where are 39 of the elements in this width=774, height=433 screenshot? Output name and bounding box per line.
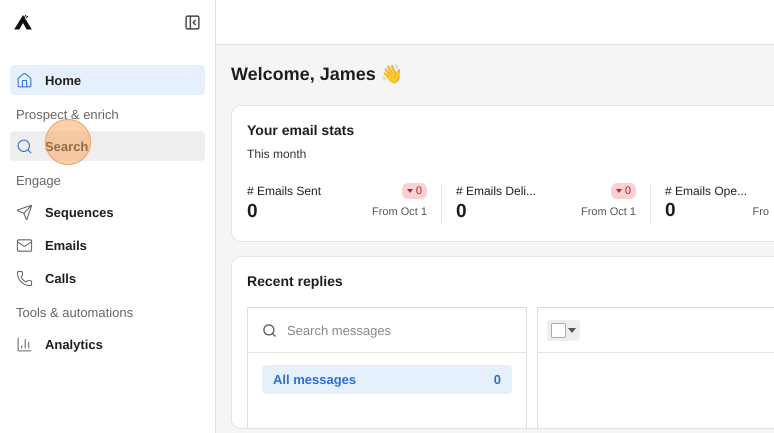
section-title: Tools & automations xyxy=(15,304,134,322)
phone-icon xyxy=(16,270,33,286)
section-title: Prospect & enrich xyxy=(15,106,120,124)
chart-icon xyxy=(16,336,33,352)
stat-value: 0 xyxy=(456,201,468,223)
checkbox[interactable] xyxy=(551,322,566,338)
stat-period: Fro xyxy=(752,206,769,218)
stat-value: 0 xyxy=(665,200,677,223)
select-all-control[interactable] xyxy=(547,320,580,340)
change-badge: 0 xyxy=(402,183,427,199)
stat-label: # Emails Ope... xyxy=(665,184,748,198)
section-title: Engage xyxy=(15,172,62,190)
stat-value: 0 xyxy=(247,201,259,223)
nav-item[interactable]: Emails xyxy=(10,230,205,260)
card-title: Your email stats xyxy=(247,122,356,138)
caret-icon xyxy=(406,189,413,193)
folder-item[interactable]: All messages 0 xyxy=(262,365,512,394)
search-icon xyxy=(16,138,33,154)
stat-label: # Emails Deli... xyxy=(456,184,538,198)
greeting: Welcome, James 👋 xyxy=(231,63,404,86)
nav-item[interactable]: Home xyxy=(10,65,205,95)
search-field[interactable]: Search messages xyxy=(285,322,512,338)
change-badge: 0 xyxy=(610,183,636,199)
home-icon xyxy=(16,72,33,88)
nav-item[interactable]: Calls xyxy=(10,263,205,293)
period-label: This month xyxy=(247,147,308,161)
caret-icon xyxy=(568,328,576,332)
stat-label: # Emails Sent xyxy=(247,184,322,198)
collapse-sidebar-icon[interactable] xyxy=(184,14,201,30)
search-icon xyxy=(262,322,277,338)
card-title: Recent replies xyxy=(247,273,344,289)
mail-icon xyxy=(16,236,33,254)
send-icon xyxy=(16,204,33,220)
logo-icon xyxy=(14,14,34,30)
nav-item[interactable]: Sequences xyxy=(10,197,205,227)
stat-period: From Oct 1 xyxy=(580,206,636,218)
caret-icon xyxy=(616,189,622,193)
nav-item[interactable]: Analytics xyxy=(10,329,205,359)
stat-period: From Oct 1 xyxy=(372,206,427,218)
